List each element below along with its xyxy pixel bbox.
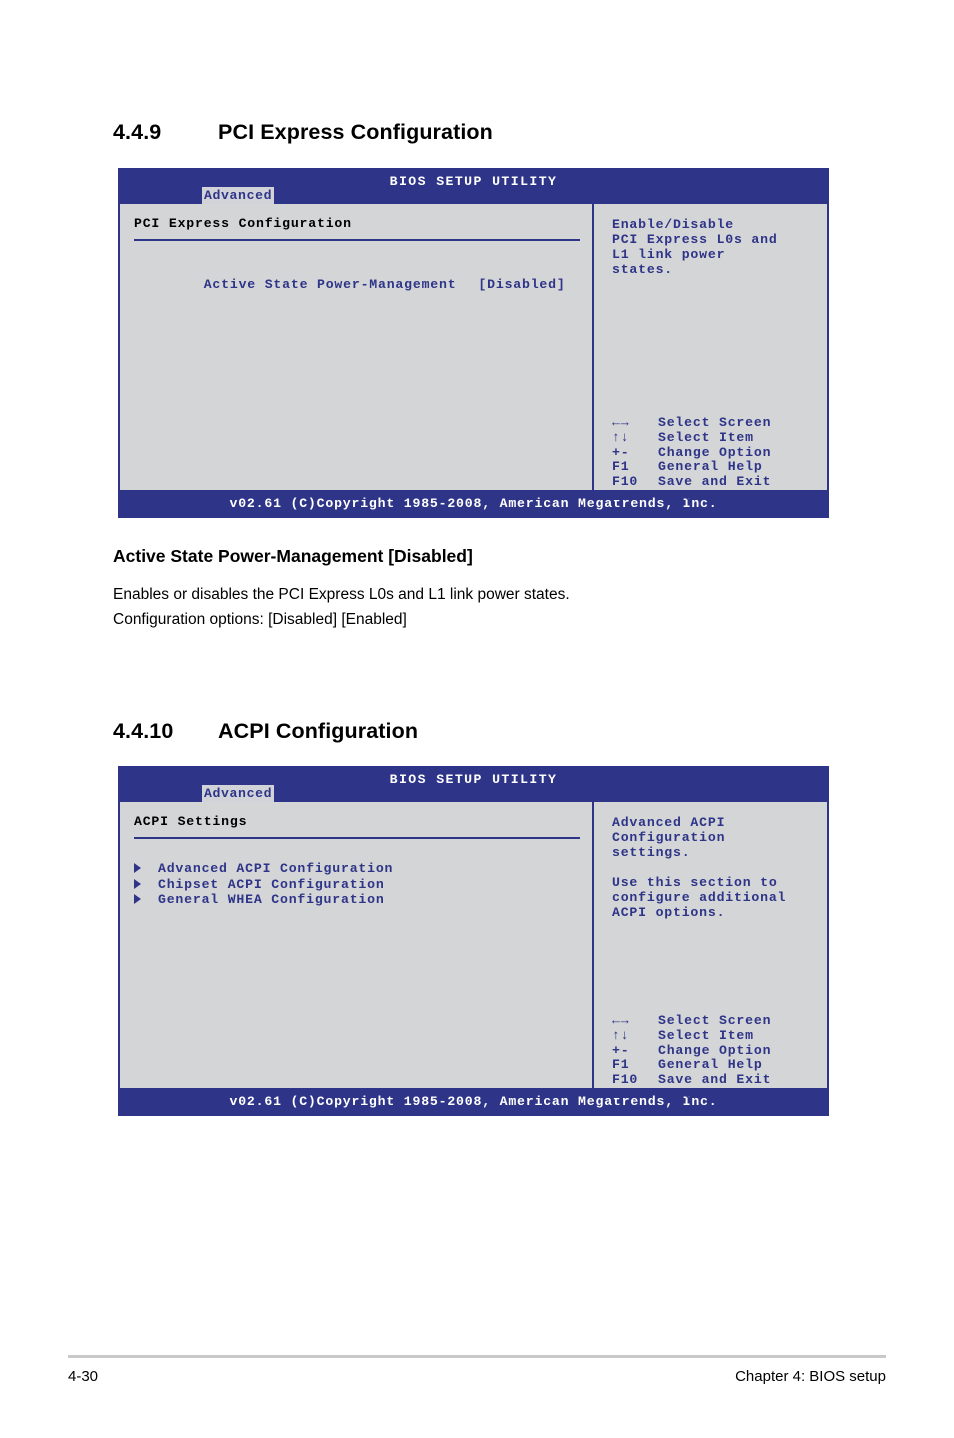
nav-legend-row: F10 Save and Exit	[612, 1072, 772, 1088]
triangle-right-icon	[134, 894, 141, 905]
section-number: 4.4.9	[113, 120, 162, 144]
nav-key-change-option: +-	[612, 1042, 630, 1058]
panel-divider	[134, 239, 580, 241]
submenu-item-advanced-acpi-configuration[interactable]: Advanced ACPI Configuration	[134, 861, 592, 877]
nav-legend-row: F10 Save and Exit	[612, 474, 772, 490]
nav-action-change-option: Change Option	[658, 444, 772, 460]
nav-legend: ←→ Select Screen ↑↓ Select Item +- Change O…	[612, 415, 772, 505]
section-heading-4-4-10: 4.4.10 ACPI Configuration	[113, 719, 418, 744]
submenu-item-general-whea-configuration[interactable]: General WHEA Configuration	[134, 892, 592, 908]
setting-row-active-state-power-management[interactable]: Active State Power-Management [Disabled]	[134, 259, 592, 310]
nav-action-select-screen: Select Screen	[658, 415, 772, 430]
prose-heading-active-state-power-management: Active State Power-Management [Disabled]	[113, 546, 473, 566]
nav-action-select-item: Select Item	[658, 429, 754, 445]
triangle-right-icon	[134, 863, 141, 873]
help-text: Enable/Disable PCI Express L0s and L1 li…	[612, 217, 778, 277]
nav-action-general-help: General Help	[658, 459, 763, 475]
nav-legend-row: ←→ Select Screen	[612, 415, 772, 431]
nav-legend-row: ←→ Select Screen	[612, 1013, 772, 1029]
bios-help-pane: Advanced ACPI Configuration settings. Us…	[594, 802, 827, 1102]
nav-action-select-item: Select Item	[658, 1027, 754, 1043]
nav-legend-row: F1 General Help	[612, 460, 771, 475]
bios-titlebar: BIOS SETUP UTILITY Advanced	[118, 766, 829, 802]
nav-key-change-option: +-	[612, 444, 630, 460]
section-heading-4-4-9: 4.4.9 PCI Express Configuration	[113, 120, 493, 145]
nav-key-select-screen: ←→	[612, 1013, 630, 1028]
nav-legend-row: ↑↓ Select Item	[612, 1027, 771, 1044]
nav-action-exit: Exit	[658, 1086, 693, 1102]
bios-titlebar: BIOS SETUP UTILITY Advanced	[118, 168, 829, 204]
nav-legend-row: +- Change Option	[612, 1042, 772, 1059]
section-number: 4.4.10	[113, 719, 174, 743]
nav-key-save-and-exit: F10	[612, 474, 639, 490]
submenu-item-label: General WHEA Configuration	[158, 892, 385, 908]
nav-legend-row: ↑↓ Select Item	[612, 429, 771, 446]
setting-label: Active State Power-Management	[203, 277, 457, 292]
help-text-secondary: Use this section to configure additional…	[612, 875, 787, 920]
nav-legend-row: ESC Exit	[612, 488, 771, 505]
footer-divider	[68, 1355, 886, 1358]
nav-action-select-screen: Select Screen	[658, 1013, 772, 1028]
panel-divider	[134, 837, 580, 839]
nav-key-general-help: F1	[612, 459, 630, 475]
panel-title: ACPI Settings	[134, 814, 248, 829]
page-number: 4-30	[68, 1368, 99, 1385]
bios-body: PCI Express Configuration Active State P…	[118, 204, 829, 504]
bios-settings-pane: PCI Express Configuration Active State P…	[120, 204, 594, 490]
nav-key-select-item: ↑↓	[612, 1027, 630, 1043]
bios-screenshot-acpi: BIOS SETUP UTILITY Advanced ACPI Setting…	[118, 766, 829, 1116]
triangle-right-icon	[134, 878, 141, 889]
bios-tab-advanced[interactable]: Advanced	[202, 187, 275, 204]
bios-settings-pane: ACPI Settings Advanced ACPI Configuratio…	[120, 802, 594, 1088]
nav-action-general-help: General Help	[658, 1057, 763, 1073]
nav-action-save-and-exit: Save and Exit	[658, 474, 772, 490]
section-title: PCI Express Configuration	[218, 120, 493, 144]
bios-help-pane: Enable/Disable PCI Express L0s and L1 li…	[594, 204, 827, 504]
submenu-item-label: Advanced ACPI Configuration	[158, 861, 394, 876]
nav-legend-row: ESC Exit	[612, 1086, 771, 1103]
bios-tab-advanced[interactable]: Advanced	[202, 785, 275, 802]
setting-value[interactable]: [Disabled]	[478, 277, 565, 292]
help-text-primary: Advanced ACPI Configuration settings.	[612, 815, 726, 860]
nav-key-select-screen: ←→	[612, 415, 630, 430]
bios-body: ACPI Settings Advanced ACPI Configuratio…	[118, 802, 829, 1102]
nav-key-select-item: ↑↓	[612, 429, 630, 445]
prose-body: Enables or disables the PCI Express L0s …	[113, 586, 570, 628]
nav-action-save-and-exit: Save and Exit	[658, 1072, 772, 1088]
nav-key-general-help: F1	[612, 1057, 630, 1073]
panel-title: PCI Express Configuration	[134, 216, 352, 231]
submenu-item-label: Chipset ACPI Configuration	[158, 876, 385, 892]
nav-legend-row: F1 General Help	[612, 1058, 771, 1073]
submenu-item-chipset-acpi-configuration[interactable]: Chipset ACPI Configuration	[134, 877, 592, 893]
nav-key-exit: ESC	[612, 1086, 639, 1102]
nav-action-change-option: Change Option	[658, 1042, 772, 1058]
nav-action-exit: Exit	[658, 488, 693, 504]
nav-legend-row: +- Change Option	[612, 444, 772, 461]
bios-screenshot-pci-express: BIOS SETUP UTILITY Advanced PCI Express …	[118, 168, 829, 518]
footer-chapter-label: Chapter 4: BIOS setup	[735, 1368, 886, 1385]
nav-key-exit: ESC	[612, 488, 639, 504]
submenu-list: Advanced ACPI Configuration Chipset ACPI…	[134, 861, 592, 908]
nav-key-save-and-exit: F10	[612, 1072, 639, 1088]
nav-legend: ←→ Select Screen ↑↓ Select Item +- Change O…	[612, 1013, 772, 1103]
section-title: ACPI Configuration	[218, 719, 419, 743]
